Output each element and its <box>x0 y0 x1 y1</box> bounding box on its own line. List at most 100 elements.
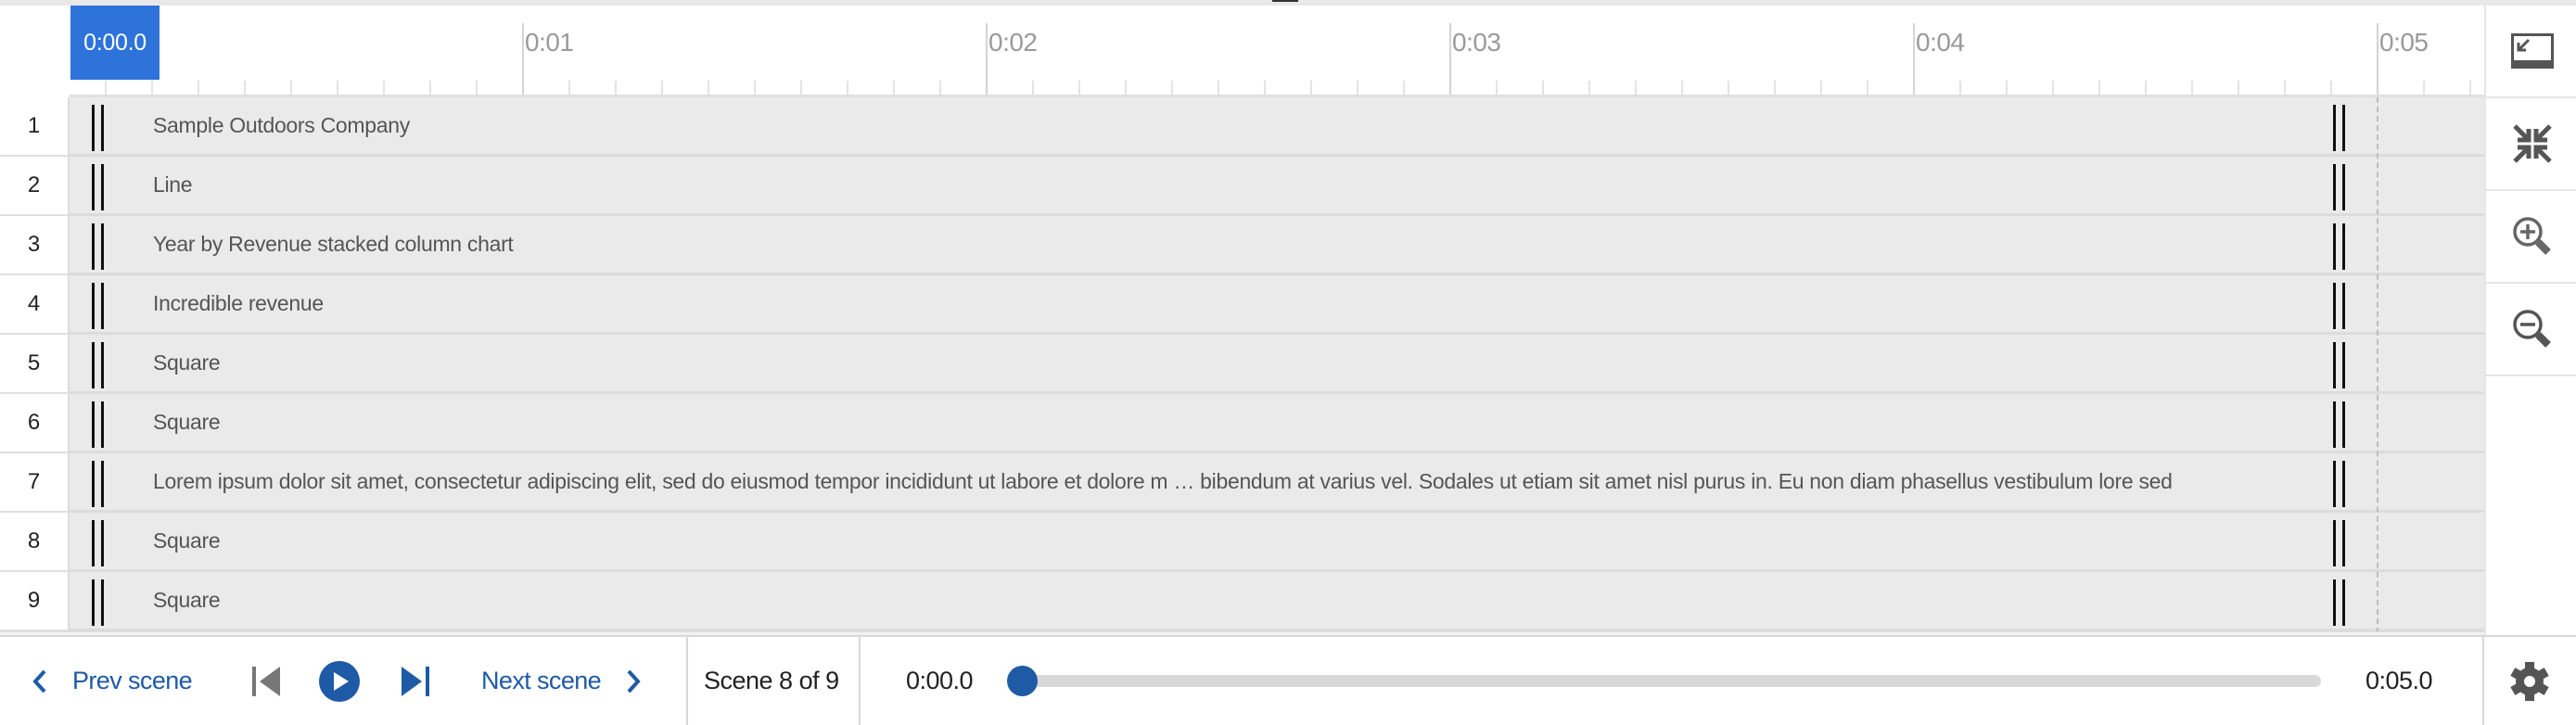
row-track[interactable]: Sample Outdoors Company <box>70 97 2484 157</box>
start-handle[interactable] <box>101 579 104 626</box>
row-track[interactable]: Square <box>70 335 2484 394</box>
end-handle[interactable] <box>2342 164 2345 210</box>
timeline-row[interactable]: 6 Square <box>0 394 2484 453</box>
start-handle[interactable] <box>101 223 104 270</box>
ruler-tick-label: 0:05 <box>2379 28 2429 57</box>
end-time: 0:05.0 <box>2366 637 2433 725</box>
start-handle[interactable] <box>92 401 95 448</box>
ruler-major-tick <box>1913 23 1915 97</box>
start-handle[interactable] <box>101 342 104 388</box>
end-handle[interactable] <box>2342 342 2345 388</box>
ruler-tick-label: 0:02 <box>988 28 1038 57</box>
end-handle[interactable] <box>2333 105 2336 151</box>
zoom-out-button[interactable] <box>2486 284 2576 376</box>
dock-minimize-icon <box>2510 33 2554 69</box>
end-handle[interactable] <box>2333 342 2336 388</box>
timeline-row[interactable]: 8 Square <box>0 513 2484 572</box>
end-handle[interactable] <box>2342 105 2345 151</box>
playback-slider-thumb[interactable] <box>1007 666 1038 696</box>
skip-to-start-button[interactable] <box>251 637 283 725</box>
start-handle[interactable] <box>92 223 95 270</box>
end-handle[interactable] <box>2333 164 2336 210</box>
timeline-row[interactable]: 3 Year by Revenue stacked column chart <box>0 216 2484 275</box>
start-handle[interactable] <box>101 461 104 507</box>
row-number: 1 <box>0 97 70 157</box>
playback-slider-track[interactable] <box>1022 675 2321 687</box>
start-handle[interactable] <box>101 164 104 210</box>
row-track[interactable]: Square <box>70 513 2484 572</box>
end-handle[interactable] <box>2333 461 2336 507</box>
row-track[interactable]: Square <box>70 572 2484 631</box>
start-handle[interactable] <box>92 461 95 507</box>
play-button[interactable] <box>318 637 361 725</box>
row-track[interactable]: Lorem ipsum dolor sit amet, consectetur … <box>70 453 2484 513</box>
start-handle[interactable] <box>92 164 95 210</box>
end-handle[interactable] <box>2342 520 2345 566</box>
timeline-ruler[interactable]: 0:01 0:02 0:03 0:04 0:05 <box>70 6 2484 97</box>
end-handle[interactable] <box>2333 579 2336 626</box>
start-handle[interactable] <box>92 520 95 566</box>
row-label: Lorem ipsum dolor sit amet, consectetur … <box>153 469 2173 493</box>
row-number: 3 <box>0 216 70 275</box>
row-track[interactable]: Incredible revenue <box>70 275 2484 335</box>
row-label: Year by Revenue stacked column chart <box>153 232 514 256</box>
start-handle[interactable] <box>101 283 104 329</box>
end-handle[interactable] <box>2333 401 2336 448</box>
start-handle[interactable] <box>92 342 95 388</box>
skip-to-end-button[interactable] <box>399 637 430 725</box>
ruler-major-tick <box>2377 23 2378 97</box>
end-handle[interactable] <box>2333 223 2336 270</box>
settings-button[interactable] <box>2484 637 2574 725</box>
collapse-button[interactable] <box>2486 98 2576 191</box>
row-number: 8 <box>0 513 70 572</box>
ruler-major-tick <box>522 23 524 97</box>
skip-to-start-icon <box>252 666 280 696</box>
scene-end-marker <box>2377 97 2378 633</box>
timeline-row[interactable]: 1 Sample Outdoors Company <box>0 97 2484 157</box>
ruler-tick-label: 0:04 <box>1916 28 1965 57</box>
end-handle[interactable] <box>2342 579 2345 626</box>
ruler-tick-label: 0:01 <box>525 28 574 57</box>
row-number: 9 <box>0 572 70 631</box>
next-scene-button[interactable]: Next scene <box>481 637 642 725</box>
ruler-major-tick <box>986 23 988 97</box>
current-time-label: 0:00.0 <box>906 667 974 694</box>
zoom-in-button[interactable] <box>2486 191 2576 284</box>
zoom-in-icon <box>2512 217 2551 255</box>
timeline-tools-panel <box>2484 6 2576 635</box>
end-handle[interactable] <box>2333 283 2336 329</box>
resize-handle[interactable] <box>1272 0 1298 2</box>
start-handle[interactable] <box>101 401 104 448</box>
playhead-time-marker[interactable]: 0:00.0 <box>70 6 159 80</box>
scene-indicator-label: Scene 8 of 9 <box>704 667 839 694</box>
start-handle[interactable] <box>101 520 104 566</box>
play-icon <box>319 660 360 702</box>
timeline-row[interactable]: 4 Incredible revenue <box>0 275 2484 335</box>
start-handle[interactable] <box>92 579 95 626</box>
scene-indicator: Scene 8 of 9 <box>704 637 839 725</box>
row-track[interactable]: Square <box>70 394 2484 453</box>
chevron-left-icon <box>32 669 46 693</box>
start-handle[interactable] <box>92 105 95 151</box>
timeline-row[interactable]: 5 Square <box>0 335 2484 394</box>
start-handle[interactable] <box>101 105 104 151</box>
end-time-label: 0:05.0 <box>2366 667 2433 694</box>
timeline-rows: 1 Sample Outdoors Company 2 Line 3 Year by Re… <box>0 97 2484 631</box>
prev-scene-button[interactable]: Prev scene <box>32 637 193 725</box>
timeline-row[interactable]: 7 Lorem ipsum dolor sit amet, consectetur… <box>0 453 2484 513</box>
timeline-row[interactable]: 2 Line <box>0 157 2484 216</box>
row-track[interactable]: Year by Revenue stacked column chart <box>70 216 2484 275</box>
end-handle[interactable] <box>2342 461 2345 507</box>
end-handle[interactable] <box>2342 283 2345 329</box>
end-handle[interactable] <box>2342 401 2345 448</box>
row-track[interactable]: Line <box>70 157 2484 216</box>
timeline-row[interactable]: 9 Square <box>0 572 2484 631</box>
skip-to-end-icon <box>402 666 429 696</box>
row-number: 5 <box>0 335 70 394</box>
dock-minimize-button[interactable] <box>2486 6 2576 98</box>
prev-scene-label: Prev scene <box>72 667 193 694</box>
end-handle[interactable] <box>2333 520 2336 566</box>
end-handle[interactable] <box>2342 223 2345 270</box>
gear-icon <box>2509 661 2549 701</box>
start-handle[interactable] <box>92 283 95 329</box>
